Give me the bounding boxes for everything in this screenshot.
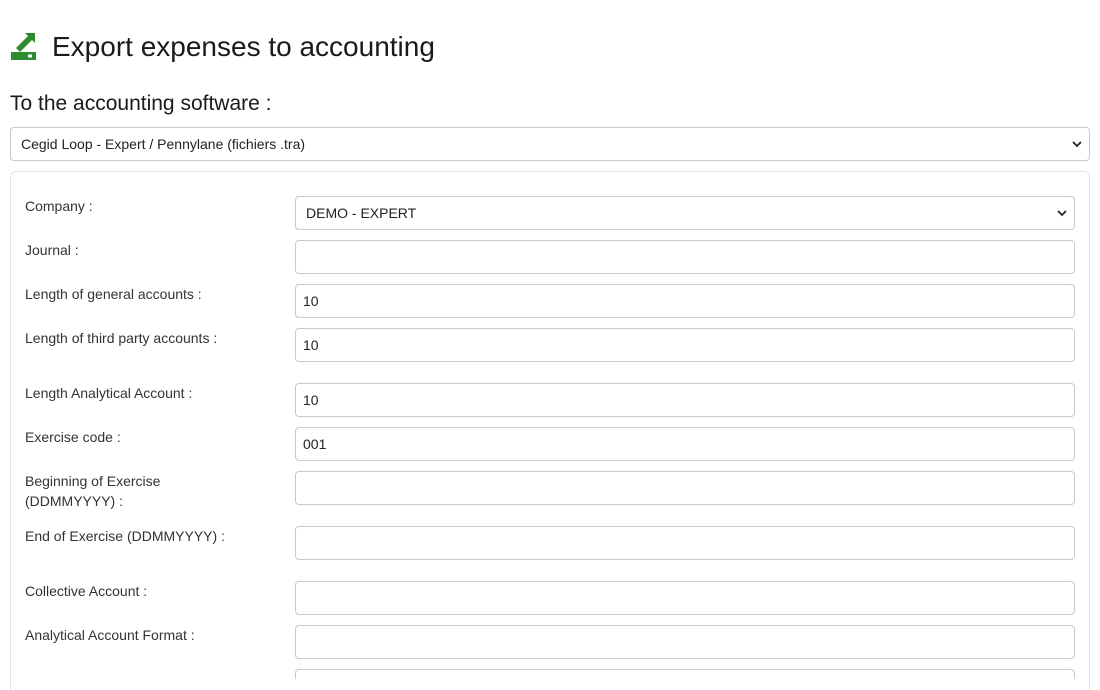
company-label: Company : [25, 198, 93, 214]
chevron-down-icon [1057, 210, 1067, 217]
next-input[interactable] [295, 669, 1075, 679]
analytical-format-label: Analytical Account Format : [25, 627, 195, 643]
general-accounts-input[interactable]: 10 [295, 284, 1075, 318]
exercise-code-label: Exercise code : [25, 429, 121, 445]
end-label: End of Exercise (DDMMYYYY) : [25, 528, 225, 544]
software-label: To the accounting software : [10, 92, 272, 115]
analytical-format-input[interactable] [295, 625, 1075, 659]
chevron-down-icon [1072, 141, 1082, 148]
export-settings-panel: Company : DEMO - EXPERT Journal : Length… [10, 171, 1090, 690]
collective-label: Collective Account : [25, 583, 148, 599]
end-input[interactable] [295, 526, 1075, 560]
analytical-length-label: Length Analytical Account : [25, 385, 193, 401]
company-select[interactable]: DEMO - EXPERT [295, 196, 1075, 230]
general-accounts-label: Length of general accounts : [25, 286, 202, 302]
export-icon [10, 31, 38, 63]
third-party-label: Length of third party accounts : [25, 330, 218, 346]
analytical-length-input[interactable]: 10 [295, 383, 1075, 417]
software-select-value: Cegid Loop - Expert / Pennylane (fichier… [21, 136, 306, 152]
third-party-input[interactable]: 10 [295, 328, 1075, 362]
collective-input[interactable] [295, 581, 1075, 615]
software-select[interactable]: Cegid Loop - Expert / Pennylane (fichier… [10, 127, 1090, 161]
page-title: Export expenses to accounting [52, 31, 435, 62]
journal-input[interactable] [295, 240, 1075, 274]
exercise-code-input[interactable]: 001 [295, 427, 1075, 461]
export-page: Export expenses to accounting To the acc… [0, 0, 1100, 690]
beginning-label: Beginning of Exercise (DDMMYYYY) : [25, 473, 161, 509]
software-select-wrap: Cegid Loop - Expert / Pennylane (fichier… [10, 127, 1090, 161]
beginning-input[interactable] [295, 471, 1075, 505]
title-row: Export expenses to accounting [10, 27, 435, 67]
company-select-value: DEMO - EXPERT [306, 205, 417, 221]
journal-label: Journal : [25, 242, 79, 258]
